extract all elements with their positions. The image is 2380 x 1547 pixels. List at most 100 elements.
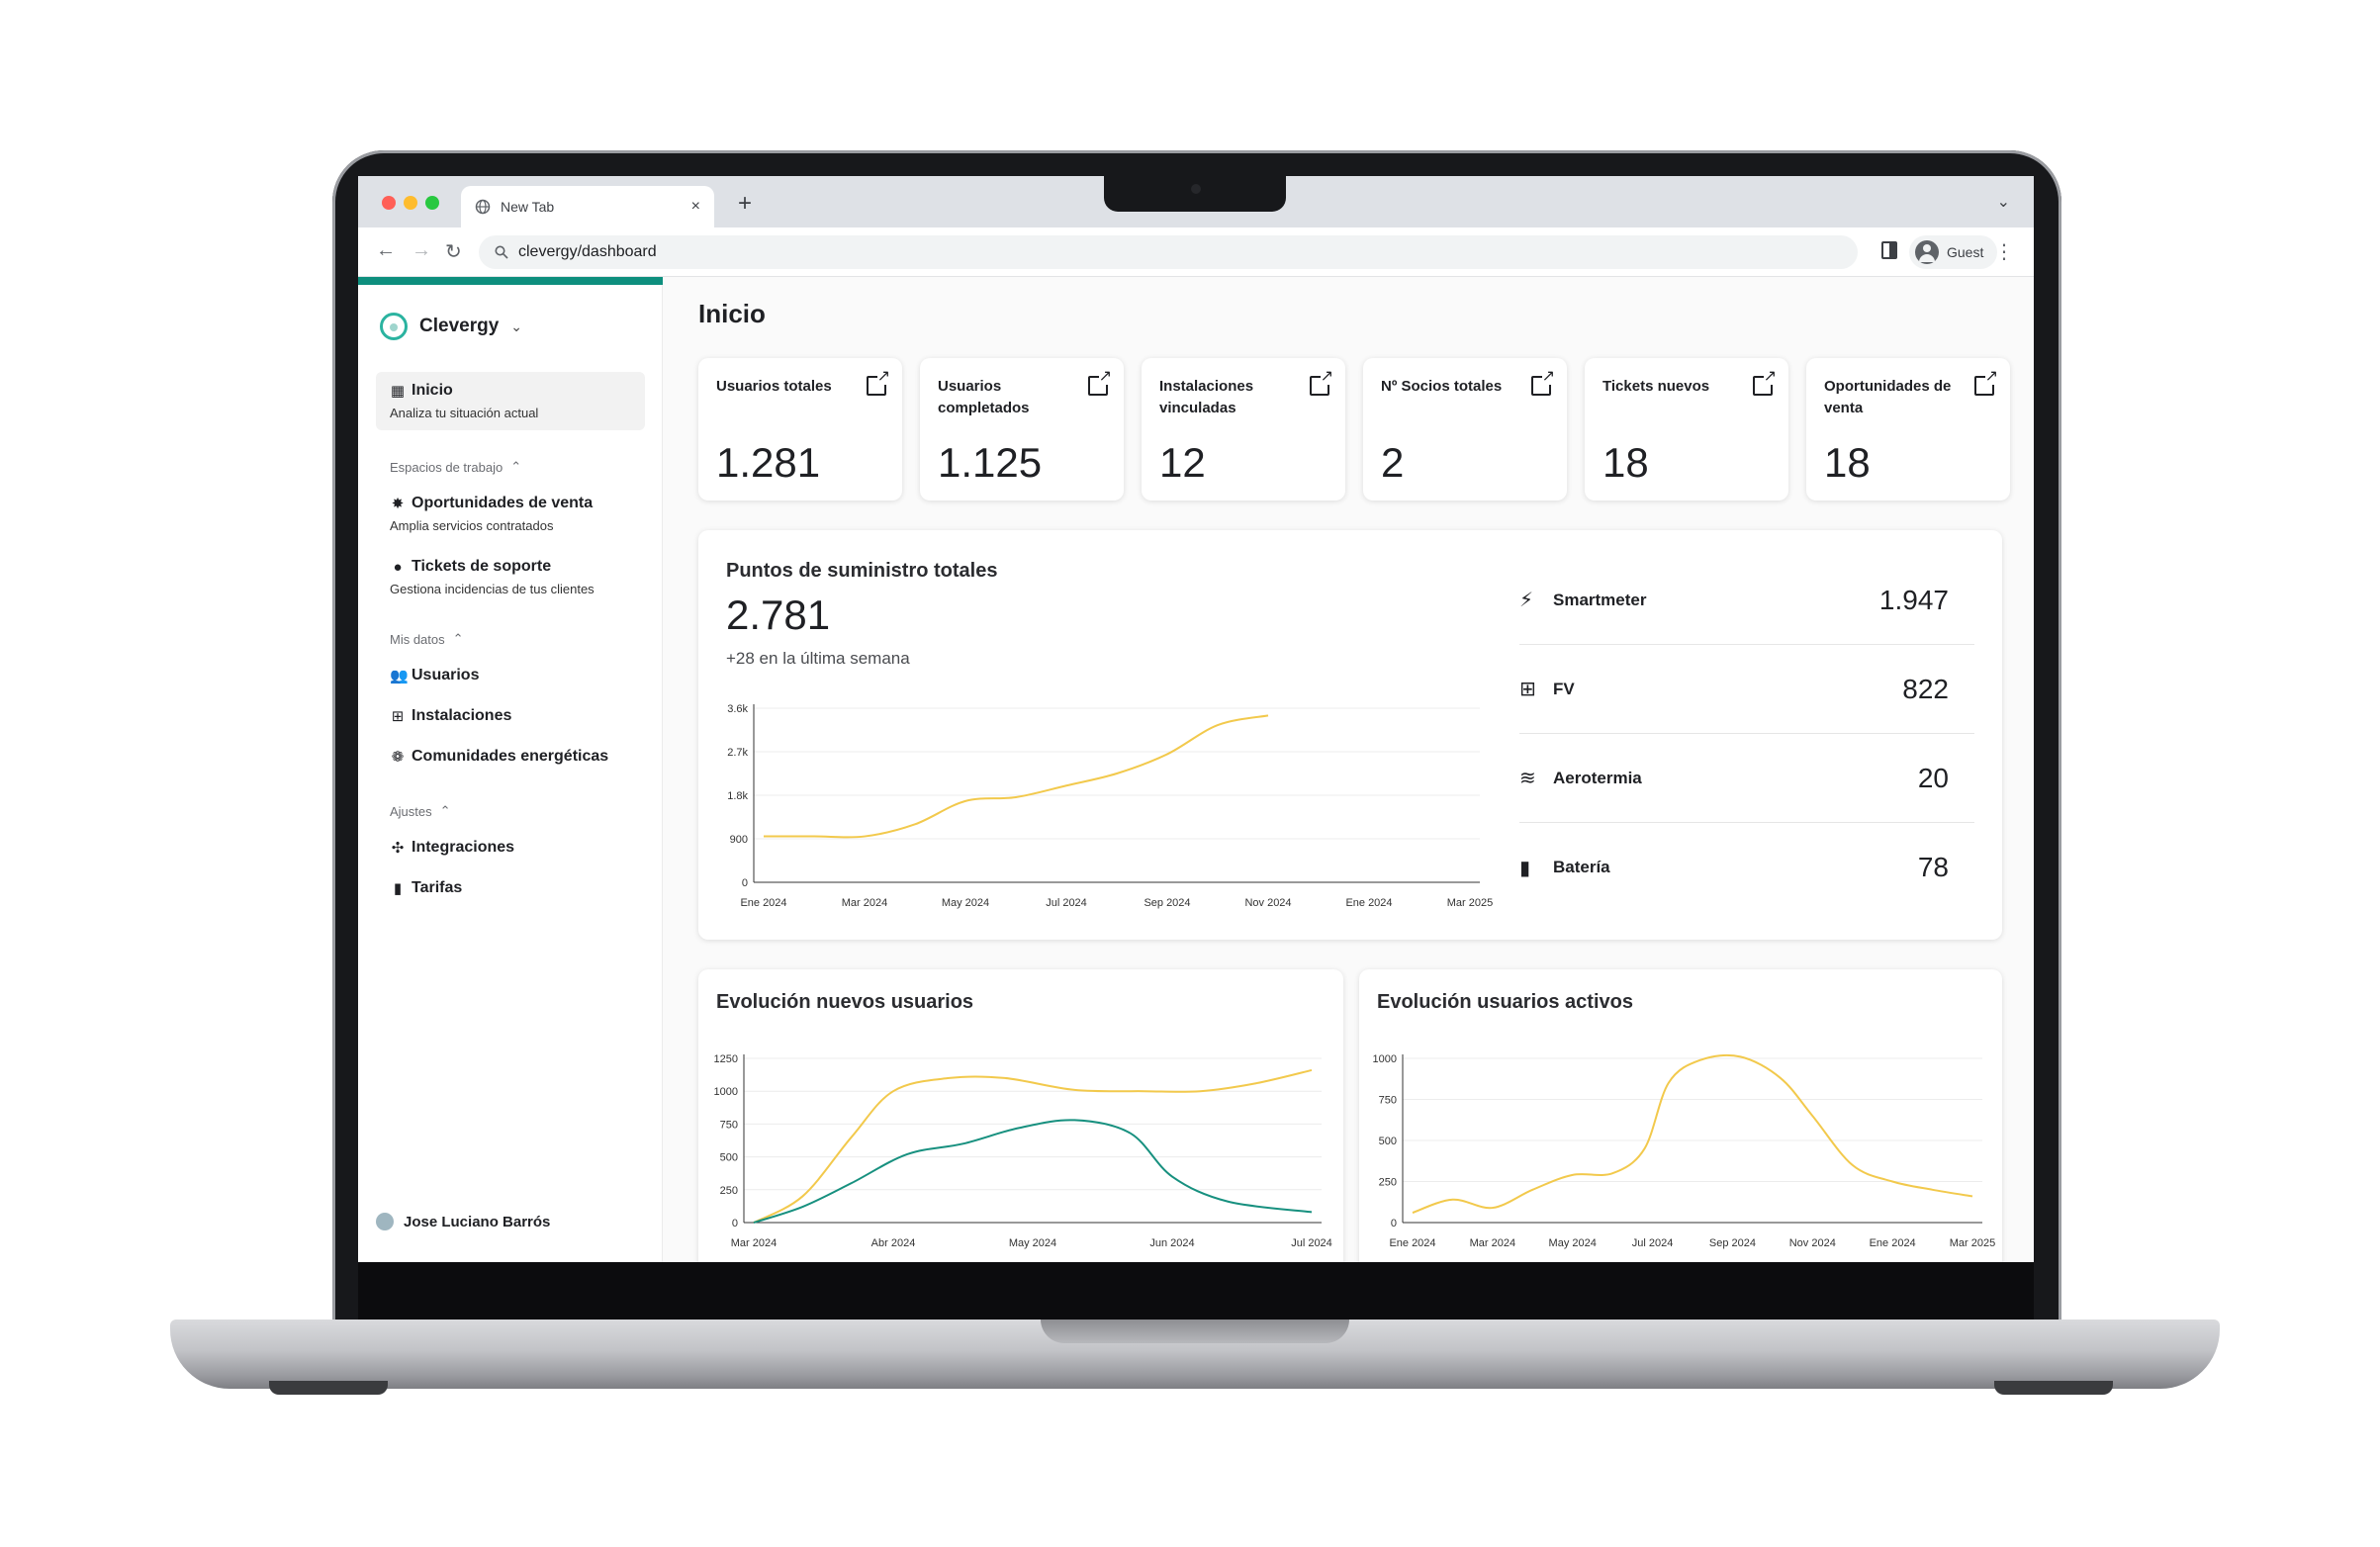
section-title-mis-datos[interactable]: Mis datos ⌃ [390, 631, 464, 647]
kpi-value: 18 [1602, 439, 1649, 486]
device-label: FV [1553, 679, 1575, 698]
user-profile[interactable]: Jose Luciano Barrós [376, 1213, 550, 1230]
kpi-card-tickets-nuevos[interactable]: Tickets nuevos 18 [1585, 358, 1788, 500]
sidebar-item-tickets[interactable]: ● Tickets de soporte Gestiona incidencia… [376, 548, 645, 606]
kpi-label: Oportunidades de venta [1824, 378, 1952, 416]
tab-close-icon[interactable]: × [691, 198, 700, 216]
sidebar-item-integraciones[interactable]: ✣ Integraciones [376, 829, 645, 866]
reload-icon[interactable]: ↻ [445, 239, 462, 264]
kpi-card-socios-totales[interactable]: Nº Socios totales 2 [1363, 358, 1567, 500]
hub-icon: ✣ [391, 840, 405, 857]
external-link-icon[interactable] [1310, 369, 1333, 396]
forward-arrow-icon[interactable]: → [412, 239, 431, 262]
supply-total-value: 2.781 [726, 592, 831, 638]
window-maximize-button[interactable] [425, 196, 439, 210]
globe-icon [475, 199, 491, 215]
external-link-icon[interactable] [1531, 369, 1555, 396]
brand-name: Clevergy [419, 316, 500, 336]
kpi-value: 12 [1159, 439, 1206, 486]
clevergy-logo-icon [380, 313, 408, 340]
sidebar-item-oportunidades[interactable]: ✸ Oportunidades de venta Amplia servicio… [376, 485, 645, 543]
kpi-label: Nº Socios totales [1381, 378, 1503, 395]
device-row-fv: ⊞ FV 822 [1519, 645, 1974, 734]
bar-chart-icon: ▮ [393, 880, 403, 897]
x-tick-label: Nov 2024 [1244, 897, 1291, 909]
external-link-icon[interactable] [1974, 369, 1998, 396]
y-tick-label: 1000 [714, 1086, 738, 1098]
laptop-foot-right [1994, 1381, 2113, 1395]
x-tick-label: Jul 2024 [1291, 1237, 1332, 1249]
device-value: 1.947 [1878, 584, 1949, 615]
sidebar-item-comunidades[interactable]: ❁ Comunidades energéticas [376, 738, 645, 775]
external-link-icon[interactable] [1753, 369, 1777, 396]
tab-search-chevron-icon[interactable]: ⌄ [1997, 192, 2010, 212]
section-title-workspaces[interactable]: Espacios de trabajo ⌃ [390, 459, 521, 475]
section-title-ajustes[interactable]: Ajustes ⌃ [390, 803, 451, 819]
x-tick-label: Ene 2024 [1389, 1237, 1435, 1249]
back-arrow-icon[interactable]: ← [376, 239, 396, 262]
x-tick-label: Ene 2024 [1870, 1237, 1916, 1249]
device-row-bateria: ▮ Batería 78 [1519, 823, 1974, 912]
y-tick-label: 1.8k [727, 790, 748, 802]
y-tick-label: 2.7k [727, 747, 748, 759]
sidebar-item-inicio[interactable]: ▦ Inicio Analiza tu situación actual [376, 372, 645, 430]
chevron-up-icon: ⌃ [452, 631, 464, 646]
sidebar-item-instalaciones[interactable]: ⊞ Instalaciones [376, 697, 645, 735]
x-tick-label: Mar 2024 [842, 897, 887, 909]
profile-button[interactable]: Guest [1909, 235, 1998, 269]
kpi-value: 1.125 [938, 439, 1043, 486]
x-tick-label: Jul 2024 [1046, 897, 1087, 909]
new-users-panel: Evolución nuevos usuarios 0 250 500 750 1000… [698, 969, 1343, 1262]
sidebar-accent-bar [358, 277, 663, 285]
kpi-card-oportunidades-venta[interactable]: Oportunidades de venta 18 [1806, 358, 2010, 500]
app: Clevergy ⌄ ▦ Inicio Analiza tu situación… [358, 277, 2034, 1262]
browser-tab[interactable]: New Tab × [461, 186, 714, 228]
browser-menu-icon[interactable]: ⋮ [1994, 239, 2014, 264]
section-label: Espacios de trabajo [390, 459, 503, 475]
x-tick-label: Ene 2024 [1345, 897, 1392, 909]
y-tick-label: 750 [1379, 1095, 1397, 1107]
search-icon [495, 245, 508, 259]
kpi-card-usuarios-totales[interactable]: Usuarios totales 1.281 [698, 358, 902, 500]
active-users-line-chart: 0 250 500 750 1000 Ene 2024 Mar 2024 May 2024 Ju… [1373, 1053, 1996, 1249]
chevron-up-icon: ⌃ [439, 803, 451, 818]
grid-icon: ▦ [390, 383, 406, 400]
x-tick-label: Sep 2024 [1709, 1237, 1756, 1249]
sidebar-item-usuarios[interactable]: 👥 Usuarios [376, 657, 645, 694]
x-tick-label: Ene 2024 [740, 897, 786, 909]
sidebar-item-label: Usuarios [412, 667, 480, 683]
camera-icon [1191, 184, 1201, 194]
device-row-aerotermia: ≋ Aerotermia 20 [1519, 734, 1974, 823]
tab-title: New Tab [501, 199, 555, 215]
kpi-label: Tickets nuevos [1602, 378, 1710, 395]
window-minimize-button[interactable] [404, 196, 417, 210]
users-icon: 👥 [390, 668, 409, 684]
kpi-value: 2 [1381, 439, 1405, 486]
x-tick-label: May 2024 [1009, 1237, 1056, 1249]
x-tick-label: Mar 2025 [1447, 897, 1493, 909]
chevron-down-icon: ⌄ [510, 318, 523, 334]
sidebar-item-subtitle: Analiza tu situación actual [390, 406, 539, 420]
external-link-icon[interactable] [867, 369, 890, 396]
external-link-icon[interactable] [1088, 369, 1112, 396]
sidebar-item-label: Tarifas [412, 879, 463, 896]
sidebar-item-tarifas[interactable]: ▮ Tarifas [376, 869, 645, 907]
sidebar: Clevergy ⌄ ▦ Inicio Analiza tu situación… [358, 277, 663, 1262]
window-close-button[interactable] [382, 196, 396, 210]
camera-notch [1104, 176, 1286, 212]
battery-icon: ▮ [1519, 857, 1531, 879]
kpi-card-instalaciones-vinculadas[interactable]: Instalaciones vinculadas 12 [1142, 358, 1345, 500]
laptop-bezel [358, 1262, 2034, 1320]
y-tick-label: 750 [720, 1119, 738, 1131]
kpi-card-usuarios-completados[interactable]: Usuarios completados 1.125 [920, 358, 1124, 500]
sales-icon: ✸ [391, 496, 405, 512]
laptop-hinge-notch [1041, 1320, 1349, 1343]
panel-title: Evolución usuarios activos [1377, 991, 1633, 1013]
avatar [376, 1213, 394, 1230]
new-tab-button[interactable]: + [738, 190, 752, 218]
meter-icon: ⚡ [1519, 590, 1534, 611]
brand-switcher[interactable]: Clevergy ⌄ [380, 313, 522, 340]
side-panel-icon[interactable] [1881, 241, 1897, 259]
y-tick-label: 1000 [1373, 1053, 1397, 1065]
address-bar[interactable]: clevergy/dashboard [479, 235, 1858, 269]
